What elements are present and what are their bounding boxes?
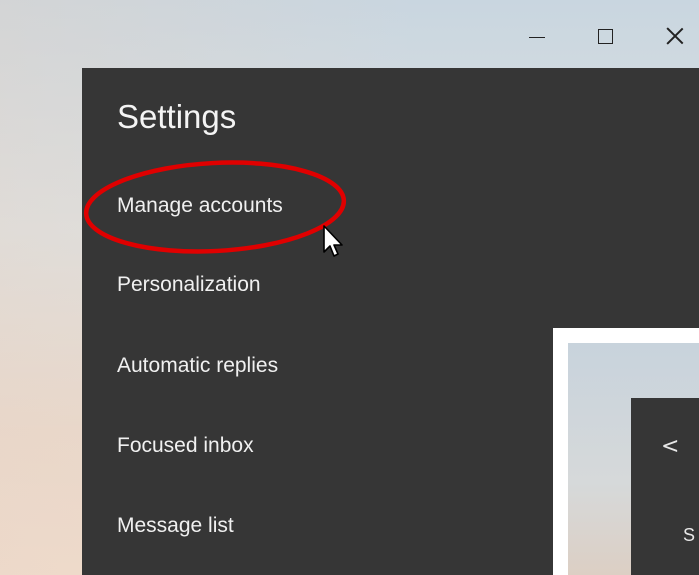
inset-partial-heading: S	[683, 525, 696, 545]
back-chevron-icon[interactable]: <	[661, 434, 679, 459]
maximize-button[interactable]	[585, 18, 625, 54]
settings-item-message-list[interactable]: Message list	[117, 514, 234, 538]
minimize-button[interactable]	[517, 18, 557, 54]
settings-item-automatic-replies[interactable]: Automatic replies	[117, 354, 278, 378]
settings-item-focused-inbox[interactable]: Focused inbox	[117, 434, 254, 458]
settings-item-personalization[interactable]: Personalization	[117, 273, 261, 297]
window-titlebar-controls	[459, 0, 699, 68]
settings-title: Settings	[117, 98, 237, 135]
mouse-pointer-icon	[323, 225, 343, 257]
maximize-icon	[597, 28, 613, 44]
inset-settings-panel: < S	[631, 398, 699, 575]
minimize-icon	[529, 36, 545, 38]
close-icon	[666, 27, 684, 45]
close-button[interactable]	[655, 18, 695, 54]
inset-screenshot: < S	[553, 328, 699, 575]
settings-item-manage-accounts[interactable]: Manage accounts	[117, 194, 283, 218]
